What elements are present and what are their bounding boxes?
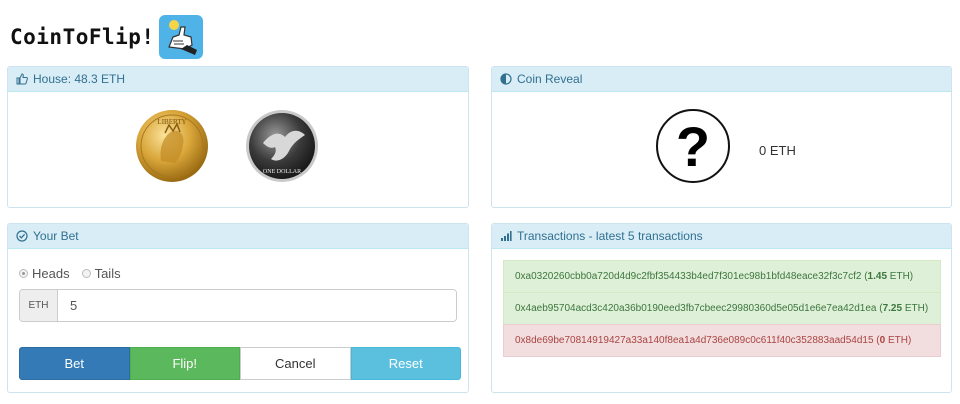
heads-radio-label[interactable]: Heads	[32, 266, 70, 281]
app-title: CoinToFlip!	[10, 25, 155, 49]
heads-coin-image: LIBERTY	[135, 109, 209, 183]
side-selector: Heads Tails	[19, 266, 129, 281]
transaction-amount: 1.45	[867, 271, 888, 282]
transaction-hash: 0xa0320260cbb0a720d4d9c2fbf354433b4ed7f3…	[515, 271, 862, 282]
transaction-amount: 0	[879, 335, 886, 346]
half-circle-icon	[500, 73, 512, 85]
transaction-item[interactable]: 0xa0320260cbb0a720d4d9c2fbf354433b4ed7f3…	[503, 260, 941, 293]
house-balance-label: House: 48.3 ETH	[33, 72, 126, 86]
your-bet-heading: Your Bet	[8, 224, 468, 249]
transaction-hash: 0x4aeb95704acd3c420a36b0190eed3fb7cbeec2…	[515, 303, 877, 314]
transactions-heading: Transactions - latest 5 transactions	[492, 224, 951, 249]
transaction-unit: ETH	[904, 303, 925, 314]
house-panel-heading: House: 48.3 ETH	[8, 67, 468, 92]
bet-amount-group: ETH	[19, 289, 457, 322]
transaction-item[interactable]: 0x8de69be70814919427a33a140f8ea1a4d736e0…	[503, 324, 941, 357]
check-circle-icon	[16, 230, 28, 242]
transactions-label: Transactions - latest 5 transactions	[517, 229, 703, 243]
reveal-question-mark: ?	[656, 109, 730, 183]
heads-radio[interactable]	[19, 269, 28, 278]
cancel-button[interactable]: Cancel	[240, 347, 351, 380]
thumbs-up-icon	[16, 73, 28, 85]
transactions-list: 0xa0320260cbb0a720d4d9c2fbf354433b4ed7f3…	[503, 260, 941, 357]
app-logo-icon	[158, 15, 203, 59]
transaction-amount: 7.25	[882, 303, 903, 314]
bet-button[interactable]: Bet	[19, 347, 130, 380]
bet-amount-input[interactable]	[58, 290, 456, 321]
transaction-hash: 0x8de69be70814919427a33a140f8ea1a4d736e0…	[515, 335, 874, 346]
tails-coin-image: ONE DOLLAR	[245, 109, 319, 183]
coin-images: LIBERTY ONE DOLLAR	[135, 109, 319, 183]
transactions-panel: Transactions - latest 5 transactions 0xa…	[491, 223, 952, 393]
transaction-unit: ETH	[889, 271, 910, 282]
transaction-item[interactable]: 0x4aeb95704acd3c420a36b0190eed3fb7cbeec2…	[503, 292, 941, 325]
tails-coin-inscription: ONE DOLLAR	[263, 169, 301, 175]
flip-button[interactable]: Flip!	[129, 347, 240, 380]
your-bet-label: Your Bet	[33, 229, 79, 243]
coin-reveal-panel: Coin Reveal ? 0 ETH	[491, 66, 952, 208]
coin-reveal-heading: Coin Reveal	[492, 67, 951, 92]
bet-button-group: Bet Flip! Cancel Reset	[19, 347, 461, 380]
your-bet-panel: Your Bet Heads Tails ETH Bet Flip! Cance…	[7, 223, 469, 393]
app-header: CoinToFlip!	[10, 14, 203, 60]
transaction-unit: ETH	[887, 335, 908, 346]
reset-button[interactable]: Reset	[350, 347, 461, 380]
currency-addon: ETH	[20, 290, 58, 321]
reveal-amount: 0 ETH	[759, 143, 796, 158]
tails-radio-label[interactable]: Tails	[95, 266, 121, 281]
coin-reveal-label: Coin Reveal	[517, 72, 583, 86]
tails-radio[interactable]	[81, 269, 91, 278]
heads-coin-inscription: LIBERTY	[157, 118, 186, 126]
signal-bars-icon	[501, 231, 512, 241]
house-panel: House: 48.3 ETH LIBERTY ONE DOLLAR	[7, 66, 469, 208]
